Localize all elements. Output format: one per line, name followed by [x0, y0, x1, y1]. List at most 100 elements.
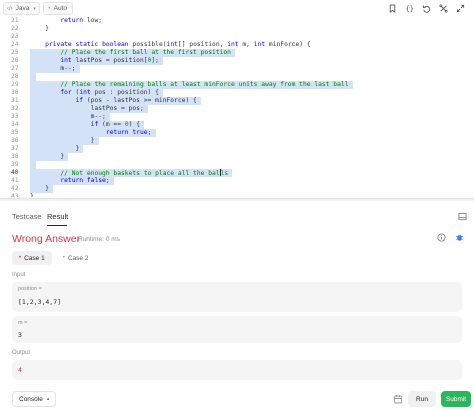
case-tab-label: Case 1 [24, 254, 45, 262]
code-line[interactable]: 36 } [0, 137, 474, 145]
console-label: Console [19, 395, 43, 403]
code-text[interactable]: // Place the first ball at the first pos… [30, 49, 231, 57]
panel-divider[interactable] [0, 198, 474, 201]
code-text[interactable]: } [30, 145, 79, 153]
case-tab-1[interactable]: • Case 1 [12, 251, 52, 265]
console-button[interactable]: Console ▴ [12, 391, 57, 407]
var-name: m = [18, 320, 28, 326]
line-number: 39 [11, 161, 19, 168]
run-button[interactable]: Run [408, 391, 436, 407]
submit-button[interactable]: Submit [441, 391, 471, 407]
fail-dot-icon: • [19, 255, 22, 261]
line-number: 29 [11, 81, 19, 88]
code-line[interactable]: 22 } [0, 25, 474, 33]
footer-bar: Console ▴ Run Submit [0, 389, 474, 412]
code-text[interactable]: } [30, 153, 64, 161]
code-line[interactable]: 43} [0, 193, 474, 197]
bookmark-icon[interactable] [385, 1, 400, 16]
selection-highlight [30, 161, 36, 169]
code-text[interactable]: // Place the remaining balls at least mi… [30, 81, 348, 89]
line-number: 36 [11, 137, 19, 144]
language-label: Java [15, 5, 30, 12]
code-text[interactable]: return low; [30, 17, 102, 25]
debug-icon[interactable] [455, 233, 464, 242]
active-tab-underline [47, 225, 67, 226]
tab-testcase[interactable]: Testcase [12, 212, 42, 221]
line-number: 43 [11, 193, 19, 197]
code-line[interactable]: 29 // Place the remaining balls at least… [0, 81, 474, 89]
output-label: Output [12, 350, 31, 356]
info-icon[interactable] [437, 233, 446, 242]
code-line[interactable]: 42 } [0, 185, 474, 193]
language-selector[interactable]: ‹/› Java ▾ [3, 2, 40, 15]
input-position-box: position = [1,2,3,4,7] [12, 282, 462, 312]
line-number: 27 [11, 65, 19, 72]
line-number: 30 [11, 89, 19, 96]
chevron-down-icon: ▾ [33, 5, 36, 12]
code-line[interactable]: 34 if (m == 0) { [0, 121, 474, 129]
code-line[interactable]: 21 return low; [0, 17, 474, 25]
panel-icon[interactable] [458, 212, 467, 221]
code-text[interactable]: private static boolean possible(int[] po… [30, 41, 310, 49]
code-line[interactable]: 24 private static boolean possible(int[]… [0, 41, 474, 49]
line-number: 22 [11, 25, 19, 32]
code-text[interactable]: m--; [30, 113, 106, 121]
status-dot-icon: • [62, 255, 65, 261]
code-text[interactable]: lastPos = pos; [30, 105, 144, 113]
code-text[interactable]: return false; [30, 177, 109, 185]
line-number: 25 [11, 49, 19, 56]
line-number: 23 [11, 33, 19, 40]
code-text[interactable]: } [30, 193, 34, 197]
undo-icon[interactable] [419, 1, 434, 16]
code-text[interactable]: m--; [30, 65, 75, 73]
code-line[interactable]: 37 } [0, 145, 474, 153]
auto-mode-selector[interactable]: ◔ Auto [43, 2, 73, 15]
code-line[interactable]: 32 lastPos = pos; [0, 105, 474, 113]
line-number: 31 [11, 97, 19, 104]
code-text[interactable]: } [30, 25, 49, 33]
settings-icon[interactable] [436, 1, 451, 16]
code-line[interactable]: 33 m--; [0, 113, 474, 121]
line-number: 42 [11, 185, 19, 192]
chevron-up-icon: ▴ [46, 396, 50, 402]
code-line[interactable]: 39 [0, 161, 474, 169]
code-line[interactable]: 30 for (int pos : position) { [0, 89, 474, 97]
code-line[interactable]: 27 m--; [0, 65, 474, 73]
code-line[interactable]: 38 } [0, 153, 474, 161]
code-text[interactable]: } [30, 185, 49, 193]
code-editor[interactable]: 21 return low; 22 } 23 24 private static bo… [0, 17, 474, 197]
selection-highlight [30, 73, 36, 81]
lock-icon: ◔ [47, 5, 51, 12]
var-name: position = [18, 286, 42, 292]
braces-icon[interactable]: {} [402, 1, 417, 16]
code-line[interactable]: 41 return false; [0, 177, 474, 185]
editor-toolbar: ‹/› Java ▾ ◔ Auto {} [0, 0, 474, 17]
expand-icon[interactable] [453, 1, 468, 16]
line-number: 21 [11, 17, 19, 24]
code-line[interactable]: 31 if (pos - lastPos >= minForce) { [0, 97, 474, 105]
code-text[interactable]: if (pos - lastPos >= minForce) { [30, 97, 197, 105]
case-tab-2[interactable]: • Case 2 [56, 251, 96, 265]
code-text[interactable]: return true; [30, 129, 152, 137]
var-value: [1,2,3,4,7] [18, 298, 62, 306]
line-number: 38 [11, 153, 19, 160]
code-line[interactable]: 26 int lastPos = position[0]; [0, 57, 474, 65]
code-text[interactable]: if (m == 0) { [30, 121, 140, 129]
tab-result[interactable]: Result [47, 212, 68, 221]
line-number: 35 [11, 129, 19, 136]
line-number: 28 [11, 73, 19, 80]
code-line[interactable]: 40 // Not enough baskets to place all th… [0, 169, 474, 177]
code-text[interactable]: int lastPos = position[0]; [30, 57, 159, 65]
code-text[interactable]: for (int pos : position) { [30, 89, 159, 97]
auto-mode-label: Auto [53, 5, 67, 12]
code-line[interactable]: 28 [0, 73, 474, 81]
code-line[interactable]: 23 [0, 33, 474, 41]
upload-icon[interactable] [393, 394, 403, 404]
result-tabs: Testcase Result [0, 207, 474, 227]
line-number: 37 [11, 145, 19, 152]
output-box: 4 [12, 360, 462, 380]
code-line[interactable]: 25 // Place the first ball at the first … [0, 49, 474, 57]
code-line[interactable]: 35 return true; [0, 129, 474, 137]
case-tab-label: Case 2 [67, 254, 89, 262]
code-text[interactable]: } [30, 137, 95, 145]
